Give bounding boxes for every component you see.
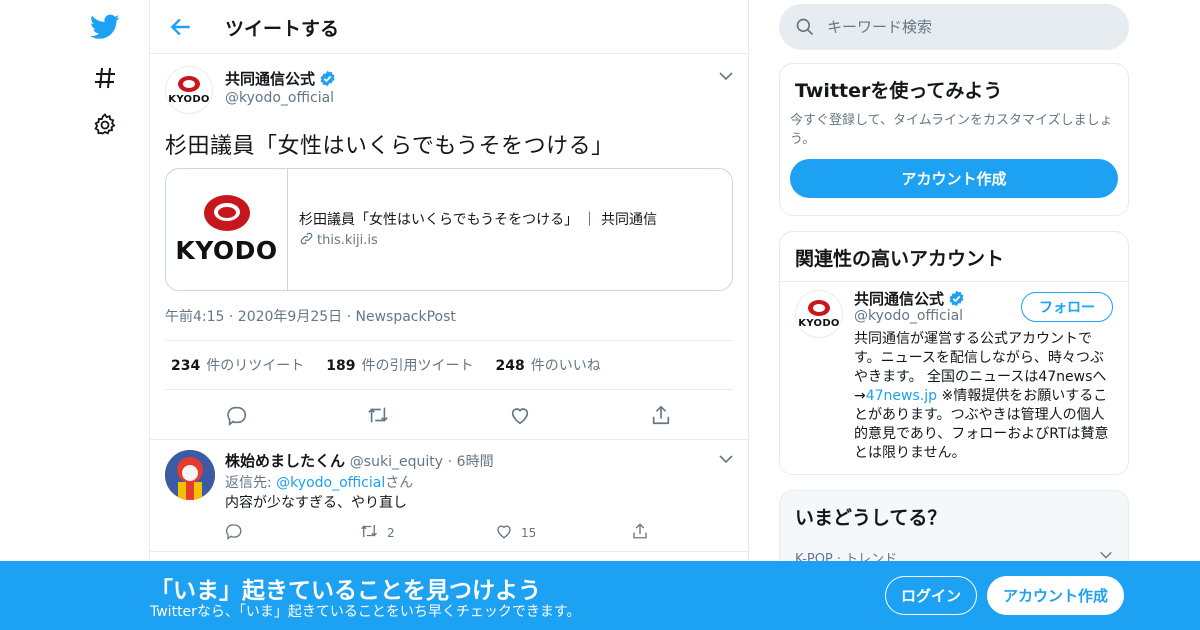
reply-text: 内容が少なすぎる、やり直し <box>225 495 407 511</box>
reply-to-prefix: 返信先: <box>225 475 277 491</box>
like-icon <box>495 522 513 543</box>
retweets-count: 234 <box>171 358 201 374</box>
page-title: ツイートする <box>225 18 340 40</box>
kyodo-logo-mark <box>178 75 200 92</box>
left-nav <box>80 0 130 630</box>
reply-author-handle[interactable]: @suki_equity <box>350 454 443 470</box>
search-icon <box>795 17 815 37</box>
try-twitter-panel: Twitterを使ってみよう 今すぐ登録して、タイムラインをカスタマイズしましょ… <box>779 63 1129 216</box>
divider <box>780 281 1128 282</box>
link-card[interactable]: KYODO 杉田議員「女性はいくらでもうそをつける」 ｜ 共同通信 this.k… <box>165 168 733 291</box>
share-icon[interactable] <box>650 404 672 426</box>
like-icon[interactable] <box>509 404 531 426</box>
search-input[interactable] <box>827 18 1097 36</box>
reply-to-suffix: さん <box>385 475 414 491</box>
kyodo-logo-mark <box>808 299 830 316</box>
avatar-logo-text: KYODO <box>798 317 840 329</box>
quotes-stat[interactable]: 189 件の引用ツイート <box>326 355 473 375</box>
trends-title: いまどうしてる？ <box>795 507 947 529</box>
avatar[interactable] <box>165 450 215 500</box>
try-panel-title: Twitterを使ってみよう <box>795 80 1003 102</box>
login-button[interactable]: ログイン <box>885 576 977 615</box>
reply-like-button[interactable]: 15 <box>495 522 536 543</box>
signup-banner: 「いま」起きていることを見つけよう Twitterなら、「いま」起きていることを… <box>0 561 1200 630</box>
related-account-handle[interactable]: @kyodo_official <box>854 308 963 324</box>
related-account-name[interactable]: 共同通信公式 <box>854 288 965 309</box>
tweet-meta: 午前4:15 · 2020年9月25日 · NewspackPost <box>165 309 456 325</box>
retweets-label: 件のリツイート <box>206 358 305 374</box>
main-column: ツイートする KYODO 共同通信公式 @kyodo_official 杉田議員… <box>149 0 750 630</box>
avatar-logo-text: KYODO <box>168 93 210 105</box>
page-header: ツイートする <box>150 0 748 54</box>
follow-button[interactable]: フォロー <box>1021 292 1113 322</box>
retweets-stat[interactable]: 234 件のリツイート <box>171 355 304 375</box>
link-icon <box>299 231 314 250</box>
tweet-actions <box>150 390 750 440</box>
reply-icon <box>225 522 243 543</box>
quotes-label: 件の引用ツイート <box>361 358 474 374</box>
related-account-name-text: 共同通信公式 <box>854 290 945 308</box>
avatar[interactable]: KYODO <box>165 66 213 114</box>
reply-header: 株始めましたくん @suki_equity · 6時間 <box>225 450 494 471</box>
reply-author-name[interactable]: 株始めましたくん <box>225 452 345 470</box>
banner-signup-button[interactable]: アカウント作成 <box>987 576 1124 615</box>
verified-icon <box>319 70 336 87</box>
card-title: 杉田議員「女性はいくらでもうそをつける」 ｜ 共同通信 <box>299 212 658 228</box>
gear-icon[interactable] <box>90 110 120 140</box>
related-account-bio: 共同通信が運営する公式アカウントです。ニュースを配信しながら、時々つぶやきます。… <box>854 330 1116 463</box>
reply-tweet[interactable]: 株始めましたくん @suki_equity · 6時間 返信先: @kyodo_… <box>150 440 750 552</box>
card-thumbnail: KYODO <box>166 169 288 290</box>
hashtag-icon[interactable] <box>90 63 120 93</box>
reply-retweet-button[interactable]: 2 <box>359 522 395 543</box>
banner-title: 「いま」起きていることを見つけよう <box>150 578 541 604</box>
card-logo-text: KYODO <box>175 235 278 265</box>
search-box[interactable] <box>779 4 1129 50</box>
reply-icon[interactable] <box>226 404 248 426</box>
reply-reply-button[interactable] <box>225 522 243 543</box>
retweet-icon[interactable] <box>367 404 389 426</box>
reply-like-count: 15 <box>521 525 537 540</box>
reply-to-link[interactable]: @kyodo_official <box>276 475 385 491</box>
tweet-stats: 234 件のリツイート 189 件の引用ツイート 248 件のいいね <box>165 340 733 390</box>
quotes-count: 189 <box>326 358 356 374</box>
reply-share-button[interactable] <box>631 522 649 543</box>
twitter-bird-icon[interactable] <box>90 12 120 42</box>
card-link: this.kiji.is <box>299 231 378 250</box>
share-icon <box>631 522 649 543</box>
related-panel-title: 関連性の高いアカウント <box>795 248 1005 270</box>
avatar[interactable]: KYODO <box>795 290 843 338</box>
main-tweet: KYODO 共同通信公式 @kyodo_official 杉田議員「女性はいくら… <box>150 54 748 440</box>
likes-stat[interactable]: 248 件のいいね <box>495 355 600 375</box>
retweet-icon <box>359 522 379 543</box>
likes-count: 248 <box>495 358 525 374</box>
author-name[interactable]: 共同通信公式 <box>225 68 336 89</box>
banner-subtitle: Twitterなら、「いま」起きていることをいち早くチェックできます。 <box>150 604 581 620</box>
chevron-down-icon[interactable] <box>718 68 734 84</box>
card-link-text: this.kiji.is <box>317 233 378 248</box>
reply-to: 返信先: @kyodo_officialさん <box>225 472 413 492</box>
related-accounts-panel: 関連性の高いアカウント KYODO 共同通信公式 @kyodo_official… <box>779 231 1129 475</box>
back-arrow-icon[interactable] <box>168 14 194 40</box>
tweet-text: 杉田議員「女性はいくらでもうそをつける」 <box>165 134 614 159</box>
kyodo-logo-mark <box>203 194 250 231</box>
reply-retweet-count: 2 <box>387 525 395 540</box>
try-panel-description: 今すぐ登録して、タイムラインをカスタマイズしましょう。 <box>790 113 1113 147</box>
reply-time[interactable]: · 6時間 <box>448 454 494 470</box>
bio-link[interactable]: 47news.jp <box>866 388 937 404</box>
create-account-button[interactable]: アカウント作成 <box>790 159 1118 198</box>
author-handle[interactable]: @kyodo_official <box>225 90 334 106</box>
chevron-down-icon[interactable] <box>718 451 734 467</box>
author-name-text: 共同通信公式 <box>225 70 316 88</box>
verified-icon <box>948 290 965 307</box>
likes-label: 件のいいね <box>530 358 601 374</box>
